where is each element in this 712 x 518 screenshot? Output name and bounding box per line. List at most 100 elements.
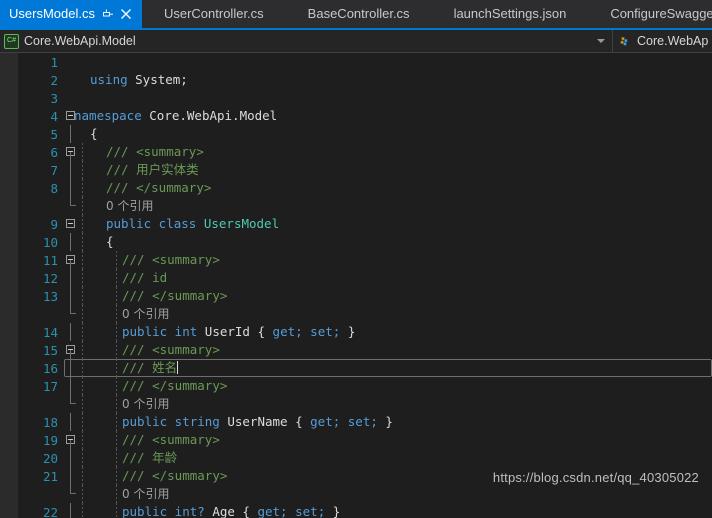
pin-icon[interactable] bbox=[102, 8, 114, 20]
indent-guide bbox=[116, 395, 117, 413]
line-number: 14 bbox=[18, 325, 58, 340]
chevron-down-icon[interactable] bbox=[597, 39, 605, 43]
codelens-row[interactable]: 0 个引用 bbox=[18, 197, 712, 215]
member-dropdown[interactable]: Core.WebAp bbox=[613, 30, 712, 52]
code-token: id bbox=[152, 270, 167, 285]
code-line-row[interactable]: 1 bbox=[18, 53, 712, 71]
code-line-text: /// id bbox=[122, 269, 167, 287]
editor-tab-usersmodel-cs[interactable]: UsersModel.cs bbox=[0, 0, 142, 28]
outlining-margin[interactable] bbox=[62, 143, 98, 161]
code-line-text: /// 年龄 bbox=[122, 449, 177, 467]
outlining-margin[interactable] bbox=[62, 485, 98, 503]
outlining-margin[interactable] bbox=[62, 161, 98, 179]
code-token: } bbox=[333, 504, 341, 518]
code-line-row[interactable]: 6/// <summary> bbox=[18, 143, 712, 161]
navigation-bar: C# Core.WebApi.Model Core.WebAp bbox=[0, 30, 712, 53]
code-token: using bbox=[90, 72, 135, 87]
code-line-row[interactable]: 17/// </summary> bbox=[18, 377, 712, 395]
outlining-margin[interactable] bbox=[62, 251, 98, 269]
codelens-row[interactable]: 0 个引用 bbox=[18, 305, 712, 323]
outlining-margin[interactable] bbox=[62, 341, 98, 359]
outlining-vertical-line bbox=[70, 377, 71, 395]
editor-tab-bar: UsersModel.csUserController.csBaseContro… bbox=[0, 0, 712, 30]
codelens-label[interactable]: 0 个引用 bbox=[122, 395, 169, 413]
codelens-label[interactable]: 0 个引用 bbox=[122, 485, 169, 503]
code-line-text: /// <summary> bbox=[122, 431, 220, 449]
code-token: } bbox=[385, 414, 393, 429]
code-line-row[interactable]: 7/// 用户实体类 bbox=[18, 161, 712, 179]
code-line-text: public int? Age { get; set; } bbox=[122, 503, 340, 518]
outlining-vertical-line bbox=[70, 467, 71, 485]
outlining-vertical-line bbox=[70, 287, 71, 305]
codelens-label[interactable]: 0 个引用 bbox=[106, 197, 153, 215]
outlining-margin[interactable] bbox=[62, 287, 98, 305]
outlining-margin[interactable] bbox=[62, 431, 98, 449]
editor-tab-configureswagge[interactable]: ConfigureSwagge bbox=[588, 0, 712, 28]
outlining-margin[interactable] bbox=[62, 377, 98, 395]
code-token: <summary> bbox=[152, 252, 220, 267]
outlining-vertical-line bbox=[70, 260, 71, 269]
editor-tab-usercontroller-cs[interactable]: UserController.cs bbox=[142, 0, 286, 28]
code-line-row[interactable]: 2using System; bbox=[18, 71, 712, 89]
code-line-row[interactable]: 22public int? Age { get; set; } bbox=[18, 503, 712, 518]
codelens-row[interactable]: 0 个引用 bbox=[18, 395, 712, 413]
codelens-label[interactable]: 0 个引用 bbox=[122, 305, 169, 323]
code-token: get; set; bbox=[257, 504, 332, 518]
code-line-row[interactable]: 15/// <summary> bbox=[18, 341, 712, 359]
code-token: public class bbox=[106, 216, 204, 231]
code-line-row[interactable]: 8/// </summary> bbox=[18, 179, 712, 197]
code-line-row[interactable]: 18public string UserName { get; set; } bbox=[18, 413, 712, 431]
editor-tab-launchsettings-json[interactable]: launchSettings.json bbox=[432, 0, 589, 28]
indent-guide bbox=[116, 449, 117, 467]
code-line-row[interactable]: 16/// 姓名 bbox=[18, 359, 712, 377]
code-line-row[interactable]: 10{ bbox=[18, 233, 712, 251]
code-line-row[interactable]: 9public class UsersModel bbox=[18, 215, 712, 233]
outlining-margin[interactable] bbox=[62, 197, 98, 215]
outlining-margin[interactable] bbox=[62, 89, 98, 107]
code-line-row[interactable]: 5{ bbox=[18, 125, 712, 143]
editor-tab-label: ConfigureSwagge bbox=[610, 0, 712, 28]
indent-guide bbox=[82, 287, 83, 305]
code-line-row[interactable]: 13/// </summary> bbox=[18, 287, 712, 305]
code-line-text: namespace Core.WebApi.Model bbox=[74, 107, 277, 125]
indent-guide bbox=[82, 215, 83, 233]
outlining-margin[interactable] bbox=[62, 179, 98, 197]
code-line-row[interactable]: 12/// id bbox=[18, 269, 712, 287]
code-line-text: /// </summary> bbox=[106, 179, 211, 197]
code-line-row[interactable]: 20/// 年龄 bbox=[18, 449, 712, 467]
code-line-text: /// 用户实体类 bbox=[106, 161, 199, 179]
outlining-margin[interactable] bbox=[62, 323, 98, 341]
outlining-margin[interactable] bbox=[62, 233, 98, 251]
code-token: /// bbox=[122, 450, 152, 465]
outlining-margin[interactable] bbox=[62, 467, 98, 485]
collapse-toggle-icon[interactable] bbox=[66, 219, 75, 228]
editor-tab-basecontroller-cs[interactable]: BaseController.cs bbox=[286, 0, 432, 28]
outlining-margin[interactable] bbox=[62, 359, 98, 377]
code-line-row[interactable]: 19/// <summary> bbox=[18, 431, 712, 449]
outlining-margin[interactable] bbox=[62, 503, 98, 518]
code-token: public int bbox=[122, 324, 205, 339]
indent-guide bbox=[116, 485, 117, 503]
codelens-row[interactable]: 0 个引用 bbox=[18, 485, 712, 503]
code-lines-container[interactable]: 12using System;34namespace Core.WebApi.M… bbox=[18, 53, 712, 518]
code-line-row[interactable]: 11/// <summary> bbox=[18, 251, 712, 269]
line-number: 16 bbox=[18, 361, 58, 376]
code-token: /// bbox=[122, 432, 152, 447]
indicator-margin[interactable] bbox=[0, 53, 18, 518]
outlining-margin[interactable] bbox=[62, 449, 98, 467]
outlining-margin[interactable] bbox=[62, 215, 98, 233]
code-line-row[interactable]: 14public int UserId { get; set; } bbox=[18, 323, 712, 341]
code-editor[interactable]: 12using System;34namespace Core.WebApi.M… bbox=[0, 53, 712, 518]
outlining-margin[interactable] bbox=[62, 269, 98, 287]
outlining-margin[interactable] bbox=[62, 413, 98, 431]
code-line-row[interactable]: 3 bbox=[18, 89, 712, 107]
namespace-dropdown[interactable]: C# Core.WebApi.Model bbox=[0, 30, 613, 52]
indent-guide bbox=[116, 359, 117, 377]
outlining-margin[interactable] bbox=[62, 305, 98, 323]
outlining-margin[interactable] bbox=[62, 53, 98, 71]
outlining-margin[interactable] bbox=[62, 395, 98, 413]
code-line-row[interactable]: 4namespace Core.WebApi.Model bbox=[18, 107, 712, 125]
code-token: 姓名 bbox=[152, 360, 177, 375]
close-icon[interactable] bbox=[120, 8, 132, 20]
code-token: System; bbox=[135, 72, 188, 87]
